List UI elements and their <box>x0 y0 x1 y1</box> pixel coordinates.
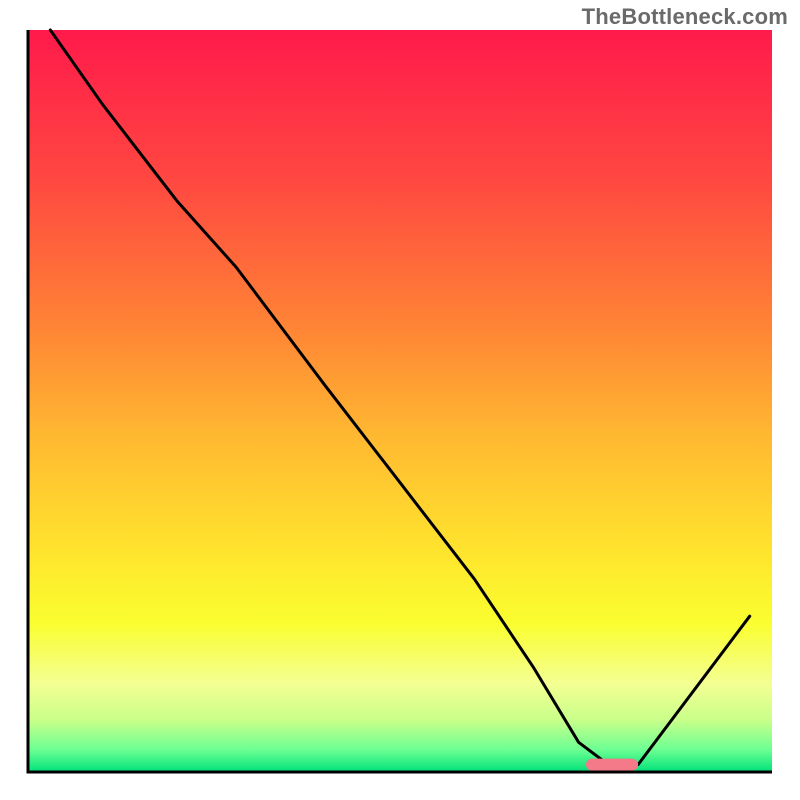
chart-canvas: TheBottleneck.com <box>0 0 800 800</box>
bottleneck-chart <box>0 0 800 800</box>
optimum-marker <box>586 759 638 771</box>
plot-background <box>28 30 772 772</box>
